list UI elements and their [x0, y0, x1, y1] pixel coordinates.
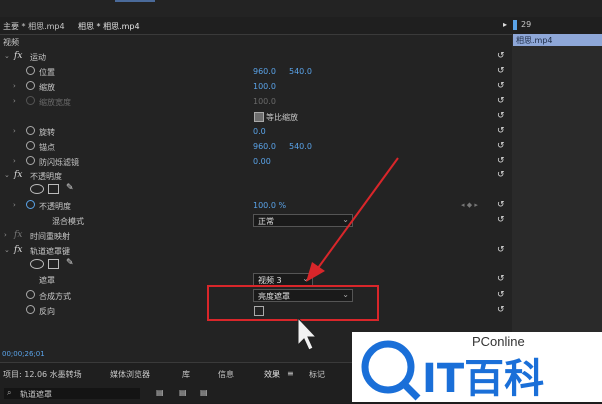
- tab-effects[interactable]: 效果: [264, 369, 280, 380]
- tab-media-browser[interactable]: 媒体浏览器: [110, 369, 150, 380]
- watermark-text: IT百科: [422, 356, 545, 402]
- annotation-arrowhead: [306, 262, 325, 282]
- mouse-cursor-icon: [297, 316, 318, 351]
- tab-markers[interactable]: 标记: [309, 369, 325, 380]
- folder-icon[interactable]: ▤: [200, 388, 208, 397]
- folder-icon[interactable]: ▤: [179, 388, 187, 397]
- status-timecode: 00;00;26;01: [2, 350, 45, 358]
- tab-info[interactable]: 信息: [218, 369, 234, 380]
- tab-project[interactable]: 项目: 12.06 水墨转场: [3, 369, 82, 380]
- annotation-arrow-line: [317, 157, 399, 269]
- search-value: 轨道遮罩: [20, 390, 52, 399]
- hamburger-icon[interactable]: ≡: [287, 369, 294, 378]
- folder-icon[interactable]: ▤: [156, 388, 164, 397]
- watermark-logo: PConline IT百科: [352, 330, 602, 402]
- search-icon: ⌕: [7, 388, 12, 397]
- effects-search-input[interactable]: ⌕ 轨道遮罩: [4, 388, 140, 399]
- tab-library[interactable]: 库: [182, 369, 190, 380]
